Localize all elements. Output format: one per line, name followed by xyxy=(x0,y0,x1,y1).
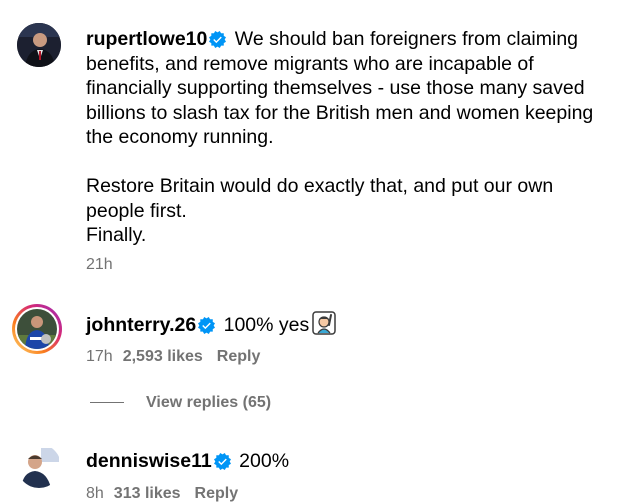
avatar-rupertlowe10[interactable] xyxy=(17,23,61,67)
comment-meta-denniswise: 8h 313 likes Reply xyxy=(86,485,238,503)
verified-badge-icon xyxy=(209,31,227,48)
timestamp[interactable]: 8h xyxy=(86,485,104,502)
divider-line xyxy=(90,402,124,404)
comment-johnterry: johnterry.26 100% yes xyxy=(86,311,586,338)
comment-paragraph-2: Restore Britain would do exactly that, a… xyxy=(86,175,554,222)
username-rupertlowe10[interactable]: rupertlowe10 xyxy=(86,28,207,50)
view-replies-button[interactable]: View replies (65) xyxy=(90,394,271,412)
avatar-photo xyxy=(17,444,61,488)
comment-text-body: 100% yes xyxy=(223,314,310,336)
username-denniswise[interactable]: denniswise11 xyxy=(86,450,212,472)
view-replies-label: View replies (65) xyxy=(146,394,272,411)
verified-badge-icon xyxy=(213,453,231,470)
comment-meta-rupertlowe10: 21h xyxy=(86,256,113,274)
avatar-photo xyxy=(17,309,57,349)
reply-button[interactable]: Reply xyxy=(195,485,239,502)
comment-text-body: 200% xyxy=(239,450,290,472)
avatar-denniswise[interactable] xyxy=(17,444,61,488)
username-johnterry[interactable]: johnterry.26 xyxy=(86,314,196,336)
likes-count[interactable]: 313 likes xyxy=(114,485,181,502)
comment-rupertlowe10: rupertlowe10 We should ban foreigners fr… xyxy=(86,27,611,248)
avatar-johnterry[interactable] xyxy=(12,304,62,354)
comment-meta-johnterry: 17h 2,593 likes Reply xyxy=(86,348,260,366)
timestamp[interactable]: 21h xyxy=(86,256,113,273)
verified-badge-icon xyxy=(198,317,216,334)
comment-paragraph-3: Finally. xyxy=(86,224,147,246)
reply-button[interactable]: Reply xyxy=(217,348,261,365)
timestamp[interactable]: 17h xyxy=(86,348,113,365)
comment-denniswise: denniswise11 200% xyxy=(86,449,586,474)
avatar-photo xyxy=(17,23,61,67)
likes-count[interactable]: 2,593 likes xyxy=(123,348,203,365)
raising-hand-emoji xyxy=(312,311,336,335)
